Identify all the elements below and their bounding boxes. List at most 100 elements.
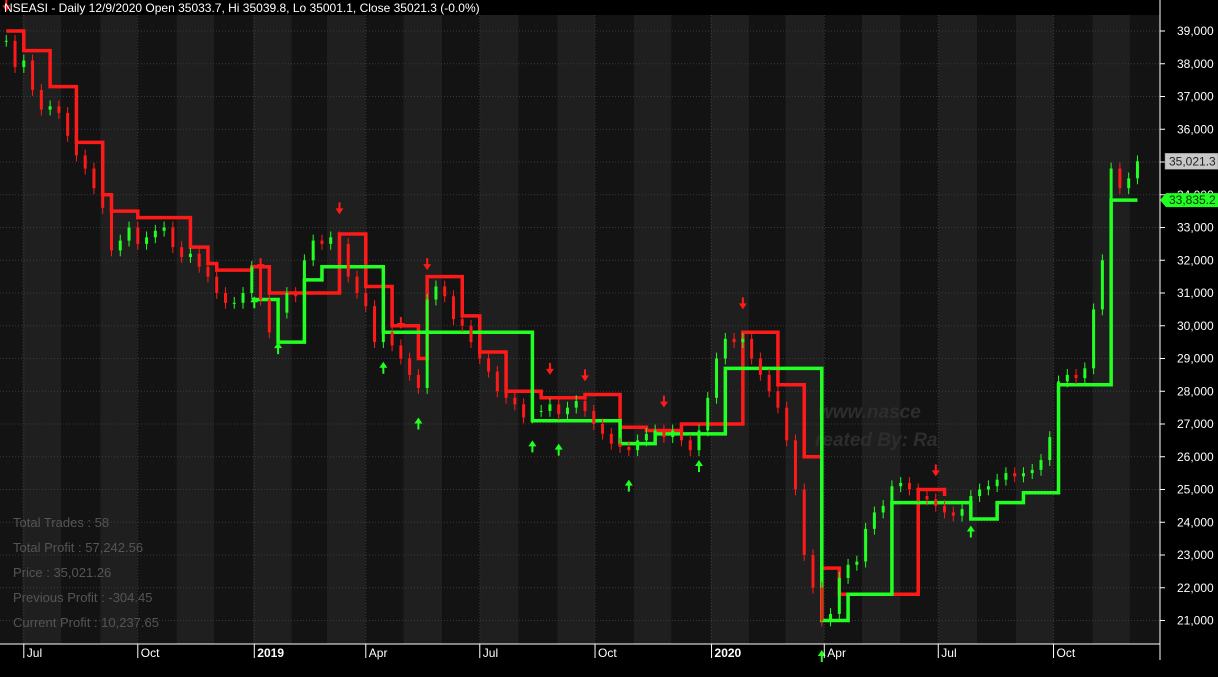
last-close-badge: 35,021.3 (1164, 153, 1218, 170)
price-bar-body (688, 440, 692, 451)
y-tick-label: 33,000 (1177, 221, 1214, 235)
price-bar-body (381, 332, 385, 343)
price-bar-body (1092, 309, 1096, 369)
price-bar-body (907, 482, 911, 490)
price-bar-body (311, 240, 315, 261)
price-bar-body (206, 266, 210, 277)
y-tick-label: 22,000 (1177, 581, 1214, 595)
price-bar-body (995, 479, 999, 487)
month-band (595, 15, 634, 644)
price-bar-body (522, 404, 526, 418)
price-bar-body (487, 358, 491, 372)
y-tick-label: 31,000 (1177, 286, 1214, 300)
price-bar-body (241, 293, 245, 303)
x-tick-label: Apr (827, 646, 846, 660)
month-band (326, 15, 366, 644)
price-bar-body (837, 577, 841, 614)
x-tick-label: Oct (598, 646, 617, 660)
price-bar-body (136, 227, 140, 244)
price-bar-body (31, 60, 35, 90)
price-bar-body (145, 237, 149, 244)
price-bar-body (92, 168, 96, 189)
y-tick-label: 30,000 (1177, 319, 1214, 333)
price-bar-body (1013, 473, 1017, 477)
price-bar-body (1118, 168, 1122, 189)
x-tick-label: Oct (141, 646, 160, 660)
price-bar-body (451, 296, 455, 320)
price-bar-body (285, 293, 289, 313)
x-tick-label: Oct (1057, 646, 1076, 660)
price-bar-body (1004, 473, 1008, 480)
stop-level-badge: 33,835.2 (1160, 193, 1218, 208)
price-bar-body (329, 237, 333, 244)
month-band (1053, 15, 1093, 644)
price-bar-body (530, 410, 534, 418)
price-bar-body (960, 509, 964, 516)
x-tick-label: Jul (483, 646, 498, 660)
price-bar-body (609, 433, 613, 444)
price-bar-body (294, 293, 298, 297)
price-bar-body (916, 489, 920, 497)
price-bar-body (574, 401, 578, 408)
y-tick-label: 26,000 (1177, 450, 1214, 464)
price-bar-body (223, 293, 227, 303)
price-bar-body (443, 286, 447, 297)
price-bar-body (671, 430, 675, 438)
month-band (403, 15, 443, 644)
price-bar-body (715, 358, 719, 398)
date-axis: Jul Oct 2019 Apr Jul Oct 2020 Apr Jul Oct (0, 643, 1160, 660)
price-bar-body (679, 430, 683, 441)
price-bar-body (776, 391, 780, 408)
stat-previous-profit: Previous Profit : -304.45 (13, 590, 152, 605)
price-bar-body (66, 112, 70, 136)
price-bar-body (548, 404, 552, 411)
price-bar-body (109, 207, 113, 251)
price-chart[interactable]: www.nasce reated By: Ra 39,000 38,000 37,0… (0, 0, 1218, 672)
price-bar-body (495, 371, 499, 392)
y-tick-label: 24,000 (1177, 515, 1214, 529)
month-bands (0, 15, 1160, 644)
price-bar-body (355, 276, 359, 293)
price-bar-body (969, 496, 973, 510)
price-bar-body (1127, 178, 1131, 189)
x-tick-label: 2019 (257, 646, 284, 660)
price-bar-body (153, 230, 157, 238)
price-bar-body (1057, 381, 1061, 438)
price-bar-body (627, 446, 631, 451)
price-bar-body (1021, 473, 1025, 477)
price-bar-body (881, 505, 885, 513)
price-bar-body (232, 302, 236, 304)
y-tick-label: 21,000 (1177, 614, 1214, 628)
chart-container: www.nasce reated By: Ra 39,000 38,000 37,0… (0, 0, 1218, 672)
y-tick-label: 32,000 (1177, 253, 1214, 267)
month-band (861, 15, 901, 644)
price-bar-body (408, 358, 412, 375)
price-bar-body (1065, 374, 1069, 382)
month-band (518, 15, 558, 644)
stat-total-trades: Total Trades : 58 (13, 515, 109, 530)
y-tick-label: 25,000 (1177, 483, 1214, 497)
price-bar-body (899, 482, 903, 487)
price-bar-body (846, 564, 850, 578)
price-bar-body (346, 243, 350, 277)
stat-total-profit: Total Profit : 57,242.56 (13, 540, 143, 555)
y-tick-label: 29,000 (1177, 352, 1214, 366)
price-bar-body (785, 407, 789, 441)
price-bar-body (162, 227, 166, 231)
price-bar-body (118, 240, 122, 251)
month-band (977, 15, 1016, 644)
month-band (1015, 15, 1054, 644)
y-tick-label: 38,000 (1177, 57, 1214, 71)
price-bar-body (767, 374, 771, 392)
price-bar-body (872, 512, 876, 529)
price-bar-body (820, 587, 824, 621)
price-bar-body (399, 345, 403, 359)
price-bar-body (434, 286, 438, 300)
price-bar-body (22, 60, 26, 68)
price-bar-body (986, 486, 990, 490)
x-tick-label: Jul (27, 646, 42, 660)
stat-price: Price : 35,021.26 (13, 565, 111, 580)
month-band (214, 15, 254, 644)
price-bar-body (504, 391, 508, 398)
price-bar-body (180, 247, 184, 257)
